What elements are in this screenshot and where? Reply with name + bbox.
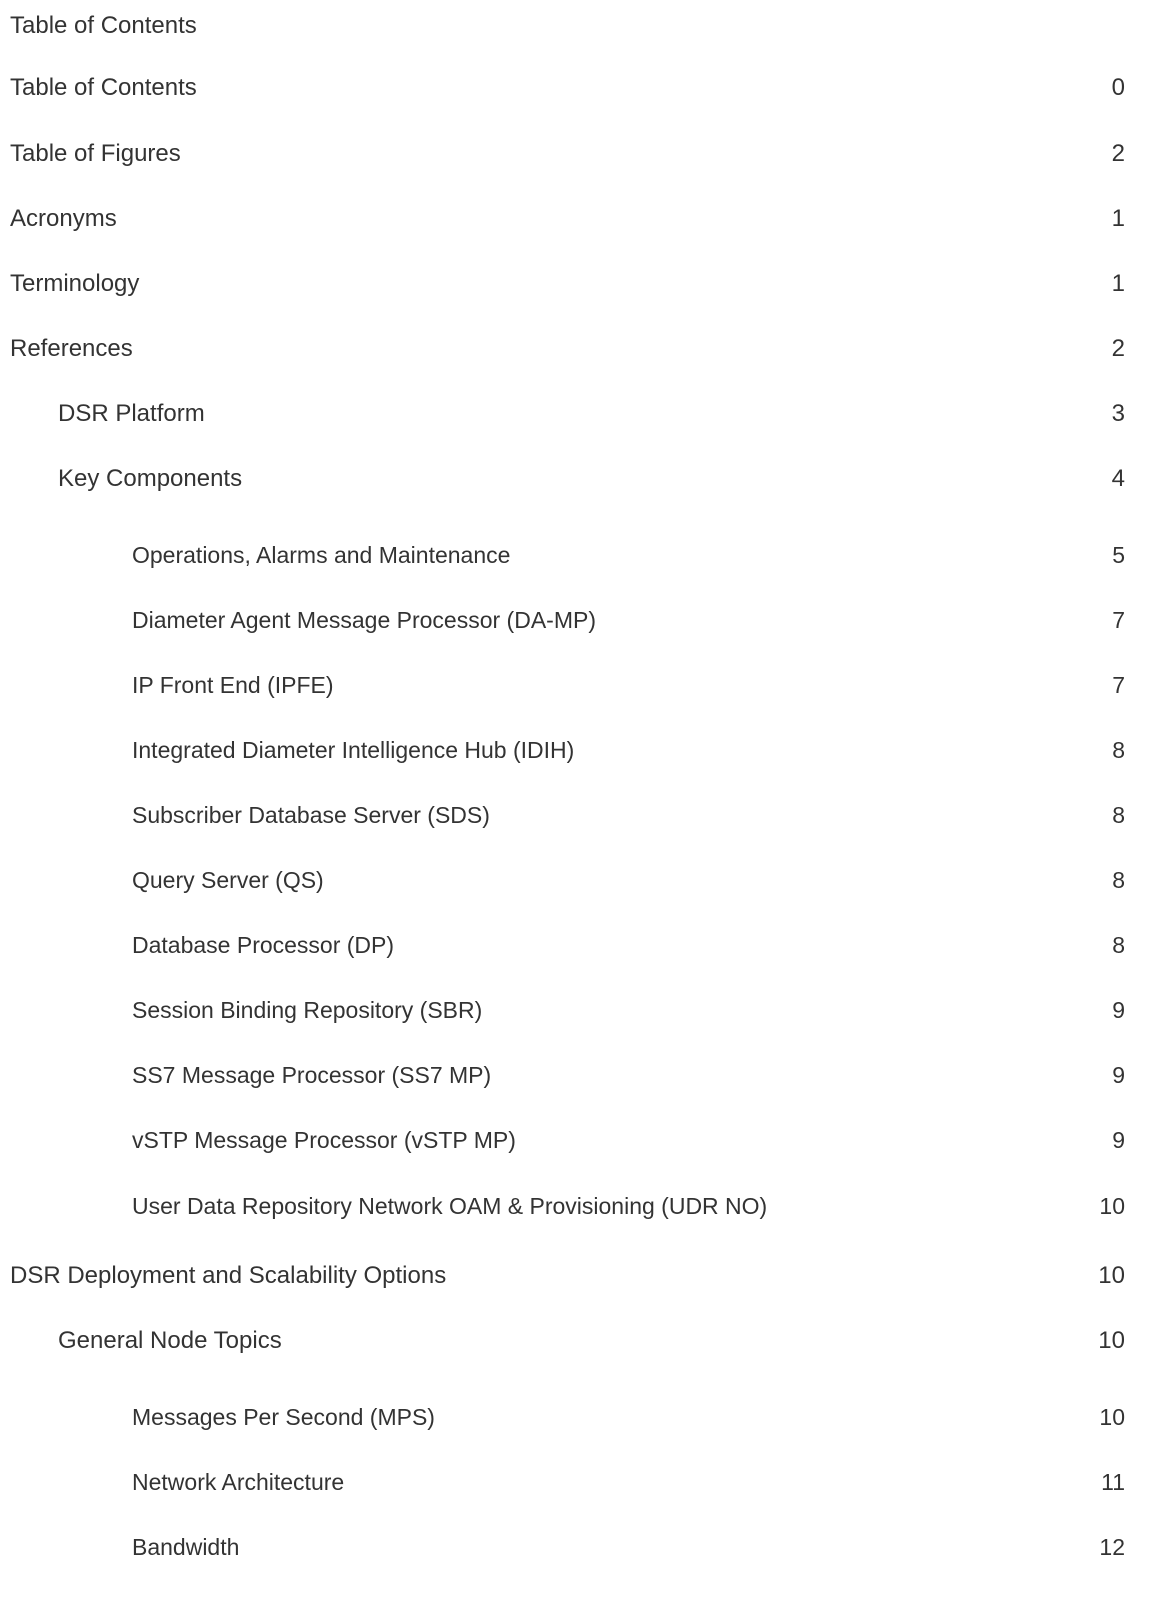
toc-entry-title[interactable]: vSTP Message Processor (vSTP MP) — [132, 1120, 516, 1160]
toc-entry-page-number: 3 — [1111, 400, 1125, 427]
toc-entry-sds[interactable]: Subscriber Database Server (SDS) 8 — [0, 795, 1168, 835]
toc-entry-title[interactable]: Integrated Diameter Intelligence Hub (ID… — [132, 730, 574, 770]
toc-entry-references[interactable]: References 2 — [0, 329, 1168, 369]
toc-entry-page-number: 2 — [1111, 335, 1125, 362]
toc-entry-dp[interactable]: Database Processor (DP) 8 — [0, 925, 1168, 965]
toc-entry-ss7-mp[interactable]: SS7 Message Processor (SS7 MP) 9 — [0, 1055, 1168, 1095]
toc-entry-page-number: 9 — [1112, 1127, 1125, 1153]
toc-entry-page-number: 9 — [1112, 997, 1125, 1023]
toc-entry-title[interactable]: References — [10, 329, 133, 369]
toc-entry-page-number: 8 — [1112, 932, 1125, 958]
toc-heading: Table of Contents — [10, 12, 197, 39]
toc-entry-mps[interactable]: Messages Per Second (MPS) 10 — [0, 1397, 1168, 1437]
toc-entry-title[interactable]: Network Architecture — [132, 1462, 344, 1502]
toc-entry-acronyms[interactable]: Acronyms 1 — [0, 199, 1168, 239]
toc-entry-page-number: 8 — [1112, 737, 1125, 763]
toc-entry-title[interactable]: Table of Figures — [10, 134, 181, 174]
toc-entry-page-number: 7 — [1112, 672, 1125, 698]
toc-entry-title[interactable]: IP Front End (IPFE) — [132, 665, 334, 705]
toc-entry-title[interactable]: Table of Contents — [10, 68, 197, 108]
toc-entry-title[interactable]: Acronyms — [10, 199, 117, 239]
toc-entry-da-mp[interactable]: Diameter Agent Message Processor (DA-MP)… — [0, 600, 1168, 640]
toc-entry-title[interactable]: Subscriber Database Server (SDS) — [132, 795, 490, 835]
toc-entry-page-number: 9 — [1112, 1062, 1125, 1088]
toc-entry-page-number: 1 — [1111, 270, 1125, 297]
toc-entry-title[interactable]: DSR Deployment and Scalability Options — [10, 1256, 446, 1296]
toc-entry-title[interactable]: Operations, Alarms and Maintenance — [132, 535, 510, 575]
toc-entry-title[interactable]: Key Components — [58, 459, 242, 499]
toc-entry-title[interactable]: General Node Topics — [58, 1321, 282, 1361]
toc-entry-key-components[interactable]: Key Components 4 — [0, 459, 1168, 499]
toc-entry-title[interactable]: Query Server (QS) — [132, 860, 324, 900]
toc-entry-general-node-topics[interactable]: General Node Topics 10 — [0, 1321, 1168, 1361]
toc-entry-qs[interactable]: Query Server (QS) 8 — [0, 860, 1168, 900]
toc-entry-page-number: 10 — [1098, 1327, 1125, 1354]
toc-entry-table-of-contents[interactable]: Table of Contents 0 — [0, 68, 1168, 108]
toc-entry-page-number: 12 — [1099, 1534, 1125, 1560]
toc-entry-title[interactable]: DSR Platform — [58, 394, 205, 434]
toc-entry-table-of-figures[interactable]: Table of Figures 2 — [0, 134, 1168, 174]
toc-entry-page-number: 4 — [1111, 465, 1125, 492]
toc-entry-idih[interactable]: Integrated Diameter Intelligence Hub (ID… — [0, 730, 1168, 770]
document-page: Table of Contents Table of Contents 0 Ta… — [0, 0, 1168, 1621]
toc-entry-page-number: 5 — [1112, 542, 1125, 568]
toc-entry-page-number: 2 — [1111, 140, 1125, 167]
toc-entry-page-number: 10 — [1098, 1262, 1125, 1289]
toc-entry-title[interactable]: Messages Per Second (MPS) — [132, 1397, 435, 1437]
toc-entry-title[interactable]: Terminology — [10, 264, 139, 304]
toc-entry-title[interactable]: User Data Repository Network OAM & Provi… — [132, 1186, 767, 1226]
toc-entry-vstp-mp[interactable]: vSTP Message Processor (vSTP MP) 9 — [0, 1120, 1168, 1160]
toc-entry-page-number: 8 — [1112, 802, 1125, 828]
toc-entry-ipfe[interactable]: IP Front End (IPFE) 7 — [0, 665, 1168, 705]
toc-entry-page-number: 0 — [1111, 74, 1125, 101]
toc-entry-sbr[interactable]: Session Binding Repository (SBR) 9 — [0, 990, 1168, 1030]
toc-entry-page-number: 8 — [1112, 867, 1125, 893]
toc-entry-page-number: 10 — [1099, 1193, 1125, 1219]
toc-entry-title[interactable]: Diameter Agent Message Processor (DA-MP) — [132, 600, 596, 640]
toc-entry-network-architecture[interactable]: Network Architecture 11 — [0, 1462, 1168, 1502]
toc-entry-title[interactable]: Session Binding Repository (SBR) — [132, 990, 482, 1030]
toc-entry-page-number: 10 — [1099, 1404, 1125, 1430]
toc-entry-title[interactable]: Bandwidth — [132, 1527, 239, 1567]
toc-entry-page-number: 11 — [1101, 1469, 1125, 1495]
toc-entry-udr-no[interactable]: User Data Repository Network OAM & Provi… — [0, 1186, 1168, 1226]
toc-entry-dsr-deployment[interactable]: DSR Deployment and Scalability Options 1… — [0, 1256, 1168, 1296]
toc-entry-bandwidth[interactable]: Bandwidth 12 — [0, 1527, 1168, 1567]
toc-entry-page-number: 1 — [1111, 205, 1125, 232]
toc-entry-page-number: 7 — [1112, 607, 1125, 633]
toc-entry-dsr-platform[interactable]: DSR Platform 3 — [0, 394, 1168, 434]
toc-entry-title[interactable]: Database Processor (DP) — [132, 925, 394, 965]
toc-entry-terminology[interactable]: Terminology 1 — [0, 264, 1168, 304]
toc-entry-operations-alarms-maintenance[interactable]: Operations, Alarms and Maintenance 5 — [0, 535, 1168, 575]
toc-entry-title[interactable]: SS7 Message Processor (SS7 MP) — [132, 1055, 491, 1095]
